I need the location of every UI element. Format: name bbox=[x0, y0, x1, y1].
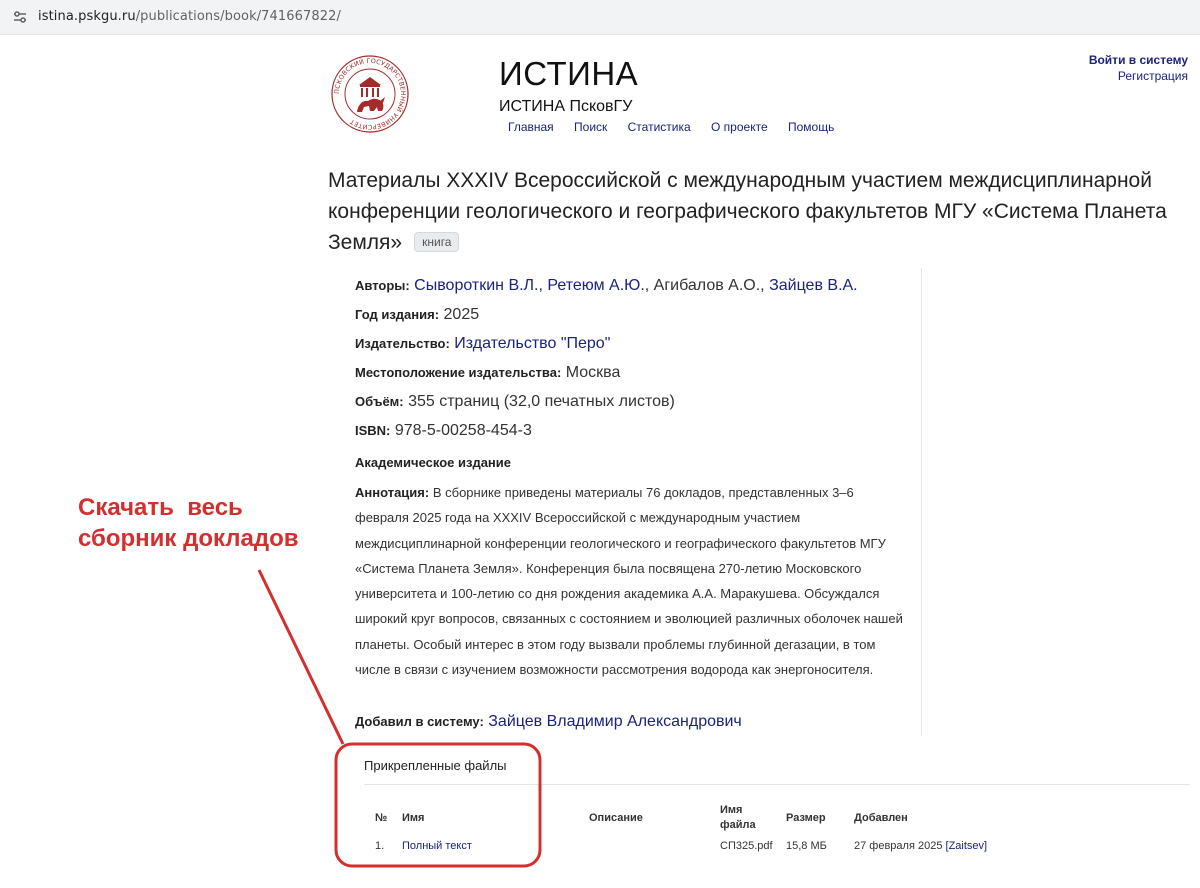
col-size: Размер bbox=[786, 812, 826, 824]
url-text[interactable]: istina.pskgu.ru/publications/book/741667… bbox=[38, 9, 341, 24]
isbn-row: ISBN: 978-5-00258-454-3 bbox=[355, 422, 915, 440]
col-name: Имя bbox=[402, 812, 425, 824]
added-by-label: Добавил в систему: bbox=[355, 714, 484, 729]
location-label: Местоположение издательства: bbox=[355, 365, 562, 380]
authors-label: Авторы: bbox=[355, 278, 410, 293]
university-logo[interactable]: ПСКОВСКИЙ ГОСУДАРСТВЕННЫЙ УНИВЕРСИТЕТ bbox=[330, 54, 410, 134]
nav-home[interactable]: Главная bbox=[508, 120, 554, 134]
isbn-label: ISBN: bbox=[355, 423, 391, 438]
nav-search[interactable]: Поиск bbox=[574, 120, 607, 134]
author-link[interactable]: Сывороткин В.Л. bbox=[414, 277, 538, 294]
nav-statistics[interactable]: Статистика bbox=[628, 120, 691, 134]
author-name: Агибалов А.О. bbox=[653, 277, 761, 294]
volume-row: Объём: 355 страниц (32,0 печатных листов… bbox=[355, 393, 915, 411]
full-text-link[interactable]: Полный текст bbox=[402, 840, 472, 852]
type-badge: книга bbox=[414, 232, 460, 252]
author-link[interactable]: Зайцев В.А. bbox=[769, 277, 858, 294]
url-host: istina.pskgu.ru bbox=[38, 9, 136, 24]
publisher-link[interactable]: Издательство "Перо" bbox=[454, 335, 610, 352]
col-num: № bbox=[375, 812, 388, 824]
nav-about[interactable]: О проекте bbox=[711, 120, 768, 134]
files-divider bbox=[364, 784, 1190, 785]
location-row: Местоположение издательства: Москва bbox=[355, 364, 915, 382]
file-added-date: 27 февраля 2025 bbox=[854, 840, 943, 852]
academic-row: Академическое издание bbox=[355, 454, 915, 472]
publisher-label: Издательство: bbox=[355, 336, 450, 351]
login-link[interactable]: Войти в систему bbox=[1089, 53, 1188, 67]
nav-help[interactable]: Помощь bbox=[788, 120, 834, 134]
main-nav: Главная Поиск Статистика О проекте Помощ… bbox=[508, 120, 851, 134]
annotation-callout-text: Скачать весь сборник докладов bbox=[78, 494, 299, 552]
annotation-text: В сборнике приведены материалы 76 доклад… bbox=[355, 485, 903, 678]
column-divider bbox=[921, 268, 922, 736]
file-added: 27 февраля 2025 [Zaitsev] bbox=[854, 840, 987, 852]
annotation-label: Аннотация: bbox=[355, 485, 430, 500]
annotation: Аннотация: В сборнике приведены материал… bbox=[355, 480, 905, 682]
isbn-value: 978-5-00258-454-3 bbox=[394, 422, 532, 439]
publisher-row: Издательство: Издательство "Перо" bbox=[355, 335, 915, 353]
annotation-arrow-line bbox=[257, 569, 345, 745]
file-added-user-link[interactable]: [Zaitsev] bbox=[946, 840, 988, 852]
tune-icon[interactable] bbox=[12, 9, 28, 25]
authors-row: Авторы: Сывороткин В.Л., Ретеюм А.Ю., Аг… bbox=[355, 277, 858, 294]
attached-files-title: Прикрепленные файлы bbox=[364, 758, 507, 773]
register-link[interactable]: Регистрация bbox=[1118, 69, 1188, 83]
page-title: Материалы XXXIV Всероссийской с междунар… bbox=[328, 165, 1193, 258]
file-size: 15,8 МБ bbox=[786, 840, 827, 852]
academic-label: Академическое издание bbox=[355, 455, 512, 470]
site-subtitle: ИСТИНА ПсковГУ bbox=[499, 98, 633, 115]
year-value: 2025 bbox=[443, 306, 480, 323]
file-filename: СП325.pdf bbox=[720, 840, 773, 852]
url-path: /publications/book/741667822/ bbox=[135, 9, 342, 24]
col-description: Описание bbox=[589, 812, 643, 824]
author-link[interactable]: Ретеюм А.Ю. bbox=[547, 277, 644, 294]
year-row: Год издания: 2025 bbox=[355, 306, 915, 324]
col-filename: Имя файла bbox=[720, 804, 756, 831]
added-by-link[interactable]: Зайцев Владимир Александрович bbox=[488, 713, 742, 730]
volume-value: 355 страниц (32,0 печатных листов) bbox=[408, 393, 675, 410]
volume-label: Объём: bbox=[355, 394, 404, 409]
added-by-row: Добавил в систему: Зайцев Владимир Алекс… bbox=[355, 713, 915, 731]
site-title[interactable]: ИСТИНА bbox=[499, 55, 638, 93]
file-num: 1. bbox=[375, 840, 385, 852]
browser-address-bar[interactable]: istina.pskgu.ru/publications/book/741667… bbox=[0, 0, 1200, 35]
location-value: Москва bbox=[565, 364, 621, 381]
year-label: Год издания: bbox=[355, 307, 440, 322]
col-added: Добавлен bbox=[854, 812, 908, 824]
